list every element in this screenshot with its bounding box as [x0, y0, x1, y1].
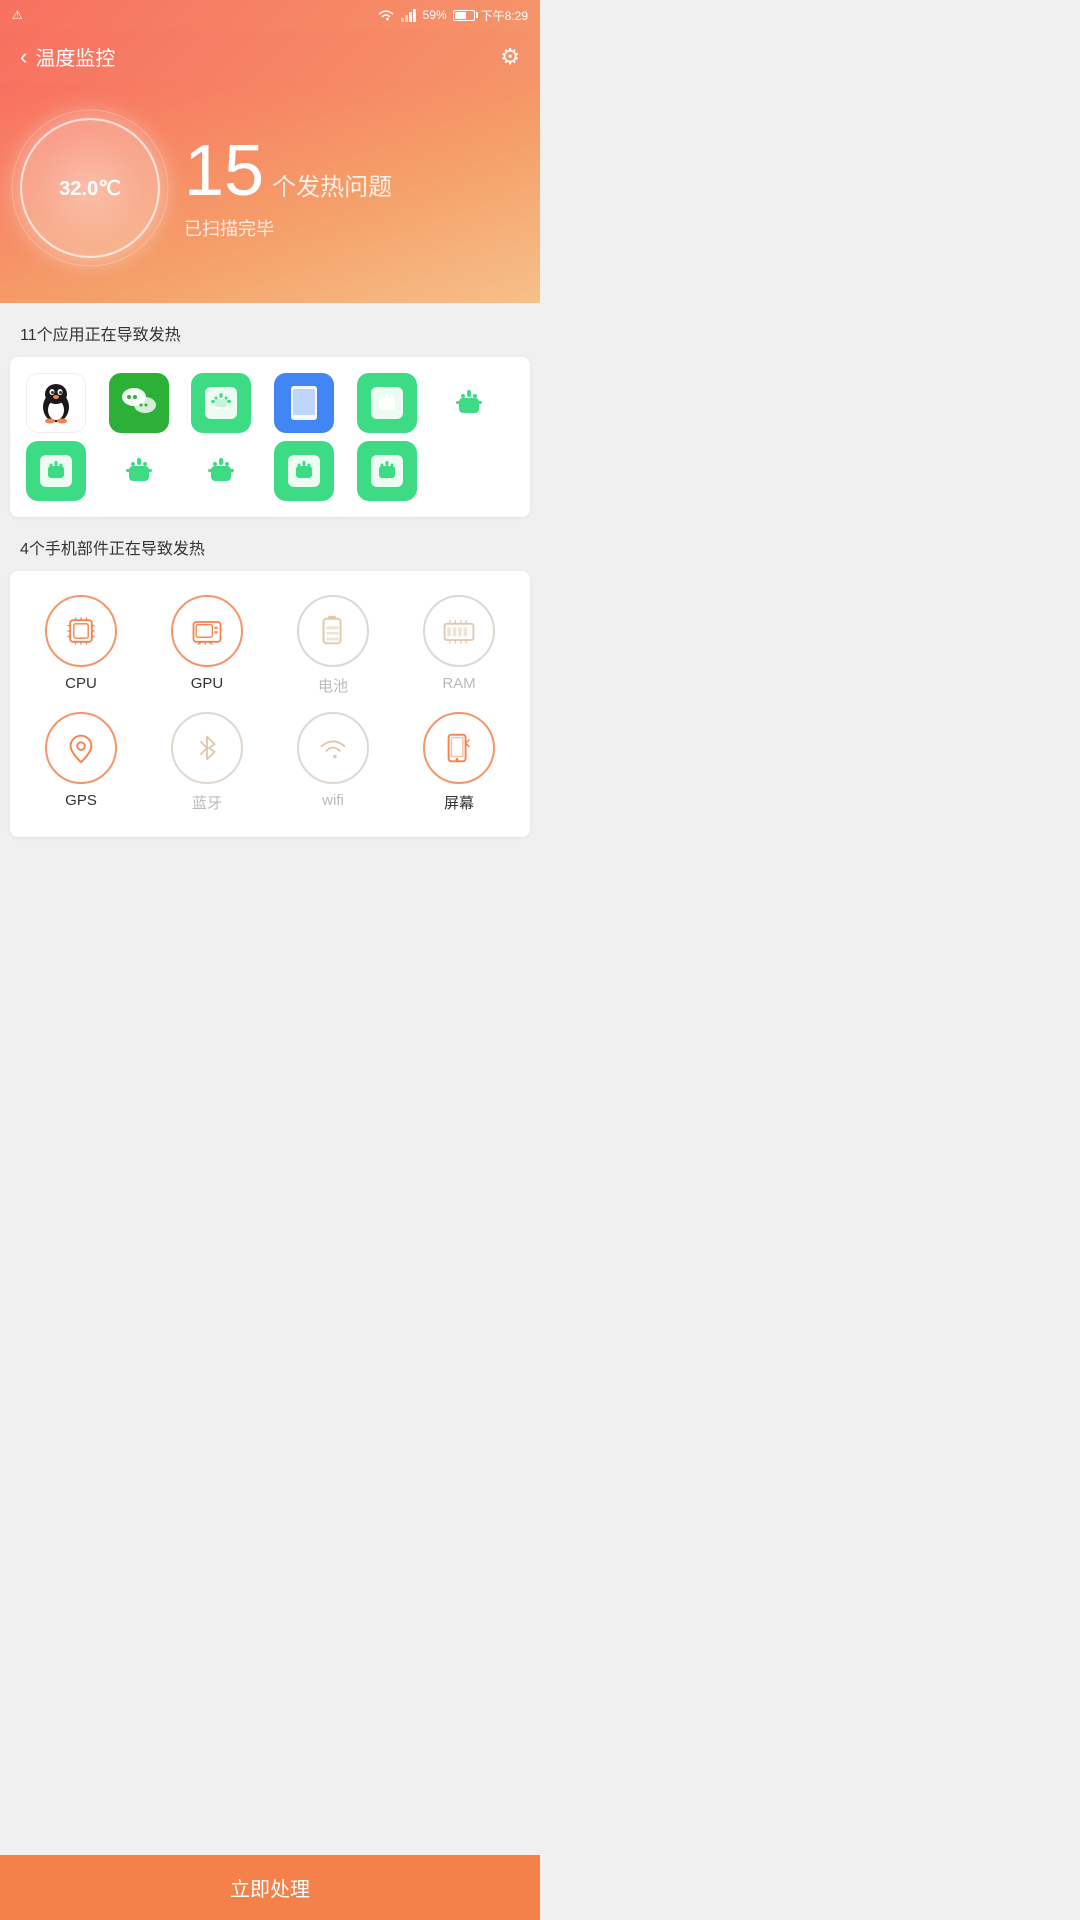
- bluetooth-label: 蓝牙: [192, 792, 222, 813]
- battery-percent: 59%: [423, 8, 447, 22]
- android-icon-1: [202, 384, 240, 422]
- component-bluetooth[interactable]: 蓝牙: [152, 712, 262, 813]
- app-section-title: 11个应用正在导致发热: [0, 303, 540, 357]
- hero-section: for(let i=0;i<60;i++){ let angle = i*6; …: [0, 83, 540, 303]
- ram-icon: [441, 613, 477, 649]
- android-icon-3: [444, 378, 494, 428]
- screen-icon: [441, 730, 477, 766]
- android-icon-8: [368, 452, 406, 490]
- ram-circle: [423, 595, 495, 667]
- app-icon-android2[interactable]: [357, 373, 417, 433]
- component-ram[interactable]: RAM: [404, 595, 514, 696]
- app-icon-android3[interactable]: [439, 373, 499, 433]
- back-button[interactable]: ‹ 温度监控: [20, 42, 115, 71]
- app-icon-android4[interactable]: [26, 441, 86, 501]
- temp-circle: 32.0℃: [20, 118, 160, 258]
- bluetooth-circle: [171, 712, 243, 784]
- settings-button[interactable]: ⚙: [500, 44, 520, 70]
- app-icon-wechat[interactable]: [109, 373, 169, 433]
- issue-count: 15 个发热问题: [184, 135, 392, 207]
- bluetooth-icon: [189, 730, 225, 766]
- android-icon-2: [368, 384, 406, 422]
- cpu-label: CPU: [65, 675, 97, 692]
- wifi-circle: [297, 712, 369, 784]
- status-bar: ⚠ 59% 下午8:29: [0, 0, 540, 30]
- battery-circle: [297, 595, 369, 667]
- android-icon-4: [37, 452, 75, 490]
- component-gpu[interactable]: GPU: [152, 595, 262, 696]
- temp-value: 32.0℃: [59, 176, 120, 201]
- wechat-logo: [119, 383, 159, 423]
- cpu-icon: [63, 613, 99, 649]
- qq-logo: [30, 377, 82, 429]
- android-icon-5: [114, 446, 164, 496]
- component-section-title: 4个手机部件正在导致发热: [0, 517, 540, 571]
- gpu-icon: [189, 613, 225, 649]
- scan-status: 已扫描完毕: [184, 215, 392, 241]
- main-content: 11个应用正在导致发热: [0, 303, 540, 907]
- wifi-status-icon: [377, 8, 395, 22]
- page-header: ‹ 温度监控 ⚙: [0, 30, 540, 83]
- back-arrow-icon: ‹: [20, 44, 27, 70]
- app-icon-android1[interactable]: [191, 373, 251, 433]
- app-icon-tablet[interactable]: [274, 373, 334, 433]
- screen-label: 屏幕: [444, 792, 474, 813]
- component-wifi[interactable]: wifi: [278, 712, 388, 813]
- wifi-icon: [315, 730, 351, 766]
- app-icon-android7[interactable]: [274, 441, 334, 501]
- issue-label: 个发热问题: [272, 167, 392, 202]
- battery-label: 电池: [318, 675, 348, 696]
- app-icons-card: [10, 357, 530, 517]
- gpu-label: GPU: [191, 675, 224, 692]
- wifi-label: wifi: [322, 792, 344, 809]
- component-cpu[interactable]: CPU: [26, 595, 136, 696]
- time-display: 下午8:29: [481, 7, 528, 24]
- gpu-circle: [171, 595, 243, 667]
- app-icon-android8[interactable]: [357, 441, 417, 501]
- component-gps[interactable]: GPS: [26, 712, 136, 813]
- battery-icon: [453, 10, 475, 21]
- component-battery[interactable]: 电池: [278, 595, 388, 696]
- component-screen[interactable]: 屏幕: [404, 712, 514, 813]
- gps-label: GPS: [65, 792, 97, 809]
- app-icon-android6[interactable]: [191, 441, 251, 501]
- signal-icon: [401, 8, 417, 22]
- gps-circle: [45, 712, 117, 784]
- components-card: CPU GPU: [10, 571, 530, 837]
- app-icon-qq[interactable]: [26, 373, 86, 433]
- android-icon-6: [196, 446, 246, 496]
- hero-info: 15 个发热问题 已扫描完毕: [184, 135, 392, 241]
- gps-icon: [63, 730, 99, 766]
- action-button[interactable]: 立即处理: [0, 1855, 540, 1920]
- app-icon-android5[interactable]: [109, 441, 169, 501]
- ram-label: RAM: [442, 675, 475, 692]
- issue-number: 15: [184, 135, 264, 207]
- battery-icon-comp: [315, 613, 351, 649]
- page-title: 温度监控: [35, 42, 115, 71]
- cpu-circle: [45, 595, 117, 667]
- components-grid: CPU GPU: [26, 587, 514, 821]
- tablet-icon: [285, 384, 323, 422]
- temperature-display: for(let i=0;i<60;i++){ let angle = i*6; …: [20, 118, 160, 258]
- android-icon-7: [285, 452, 323, 490]
- screen-circle: [423, 712, 495, 784]
- warning-icon: ⚠: [12, 8, 23, 22]
- app-grid: [26, 373, 514, 501]
